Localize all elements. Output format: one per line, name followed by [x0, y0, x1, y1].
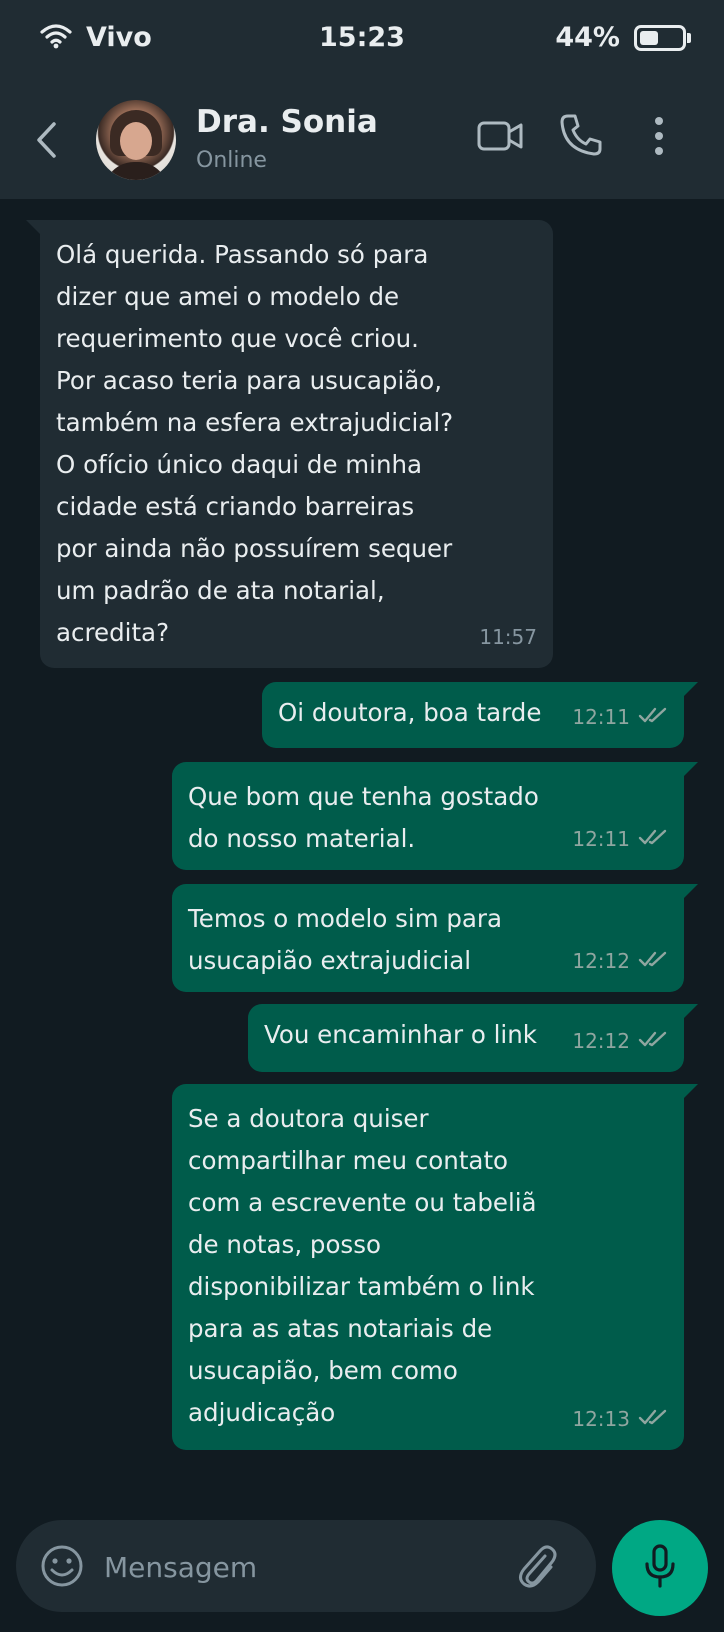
message-time: 12:12 — [572, 1029, 630, 1053]
message-input[interactable] — [102, 1540, 506, 1594]
status-bar: Vivo 15:23 44% — [0, 0, 724, 82]
mic-button[interactable] — [612, 1520, 708, 1616]
chat-header: Dra. Sonia Online — [0, 82, 724, 199]
double-check-icon — [638, 1398, 668, 1440]
contact-name[interactable]: Dra. Sonia — [196, 104, 378, 140]
message-time: 12:13 — [572, 1407, 630, 1431]
message-bubble-outgoing[interactable]: Oi doutora, boa tarde 12:11 — [262, 682, 698, 748]
phone-icon[interactable] — [558, 112, 604, 162]
more-vertical-icon[interactable] — [652, 116, 666, 160]
message-bubble-incoming[interactable]: Olá querida. Passando só para dizer que … — [26, 220, 553, 668]
double-check-icon — [638, 1020, 668, 1062]
message-meta: 12:13 — [572, 1398, 668, 1440]
mic-icon — [643, 1543, 677, 1593]
status-right: 44% — [555, 22, 691, 53]
message-bubble-outgoing[interactable]: Que bom que tenha gostado do nosso mater… — [172, 762, 698, 870]
avatar-face — [120, 122, 152, 160]
avatar[interactable] — [96, 100, 176, 180]
avatar-body — [104, 162, 168, 180]
message-text: Se a doutora quiser compartilhar meu con… — [188, 1104, 537, 1427]
message-time: 12:12 — [572, 949, 630, 973]
contact-status: Online — [196, 148, 267, 173]
message-meta: 12:11 — [572, 696, 668, 738]
message-time: 11:57 — [479, 625, 537, 649]
battery-percent: 44% — [555, 22, 620, 53]
back-arrow-icon[interactable] — [34, 120, 58, 164]
double-check-icon — [638, 940, 668, 982]
battery-icon — [634, 24, 691, 51]
message-bubble-outgoing[interactable]: Temos o modelo sim para usucapião extraj… — [172, 884, 698, 992]
emoji-icon[interactable] — [40, 1544, 84, 1592]
message-text: Olá querida. Passando só para dizer que … — [56, 240, 454, 647]
message-bubble-outgoing[interactable]: Se a doutora quiser compartilhar meu con… — [172, 1084, 698, 1450]
message-time: 12:11 — [572, 827, 630, 851]
double-check-icon — [638, 818, 668, 860]
message-meta: 11:57 — [479, 616, 537, 658]
double-check-icon — [638, 696, 668, 738]
message-bubble-outgoing[interactable]: Vou encaminhar o link 12:12 — [248, 1004, 698, 1072]
message-meta: 12:11 — [572, 818, 668, 860]
attach-icon[interactable] — [514, 1542, 558, 1594]
message-time: 12:11 — [572, 705, 630, 729]
message-meta: 12:12 — [572, 1020, 668, 1062]
message-meta: 12:12 — [572, 940, 668, 982]
message-composer — [16, 1520, 596, 1612]
video-call-icon[interactable] — [477, 120, 523, 156]
